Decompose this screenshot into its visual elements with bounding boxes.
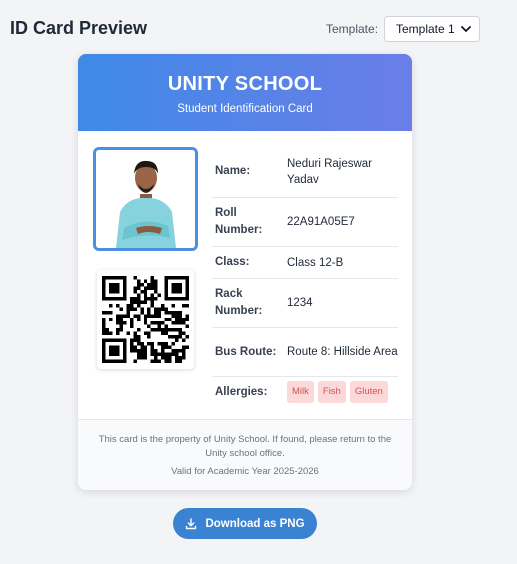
allergy-tag: Gluten xyxy=(349,381,388,403)
info-key-name: Name: xyxy=(215,165,251,177)
qr-code xyxy=(97,270,194,369)
info-key-rack-number: Rack Number: xyxy=(215,288,263,317)
student-photo-image xyxy=(96,150,195,248)
info-row-rack-number: Rack Number: 1234 xyxy=(212,279,398,328)
card-footer: This card is the property of Unity Schoo… xyxy=(78,419,412,490)
info-row-roll-number: Roll Number: 22A91A05E7 xyxy=(212,198,398,247)
footer-valid: Valid for Academic Year 2025-2026 xyxy=(171,466,319,477)
info-key-roll-number: Roll Number: xyxy=(215,207,263,236)
qr-code-image xyxy=(102,276,189,363)
download-button-label: Download as PNG xyxy=(205,517,305,530)
card-subtitle: Student Identification Card xyxy=(177,103,313,115)
template-select-value: Template 1 xyxy=(396,22,455,36)
footer-text: This card is the property of Unity Schoo… xyxy=(98,434,392,459)
template-select[interactable]: Template 1 xyxy=(384,16,480,42)
allergy-tag: Fish xyxy=(317,381,346,403)
info-key-bus-route: Bus Route: xyxy=(215,345,277,358)
card-header: UNITY SCHOOL Student Identification Card xyxy=(78,54,412,131)
info-value-bus-route: Route 8: Hillside Area xyxy=(287,346,398,358)
template-label: Template: xyxy=(326,22,379,36)
info-table: Name: Neduri Rajeswar Yadav Roll Number:… xyxy=(212,146,398,407)
info-row-bus-route: Bus Route: Route 8: Hillside Area xyxy=(212,328,398,377)
info-value-roll-number: 22A91A05E7 xyxy=(287,216,355,228)
info-key-allergies: Allergies: xyxy=(215,385,268,398)
info-value-name: Neduri Rajeswar Yadav xyxy=(287,157,373,186)
info-value-class: Class 12-B xyxy=(287,256,344,269)
school-name: UNITY SCHOOL xyxy=(167,73,323,95)
info-value-rack-number: 1234 xyxy=(287,297,313,309)
download-button[interactable]: Download as PNG xyxy=(173,508,317,539)
info-row-name: Name: Neduri Rajeswar Yadav xyxy=(212,146,398,198)
info-key-class: Class: xyxy=(215,256,250,268)
info-row-class: Class: Class 12-B xyxy=(212,247,398,279)
page-title: ID Card Preview xyxy=(10,18,148,38)
student-photo xyxy=(93,147,198,251)
download-icon xyxy=(186,517,197,529)
chevron-down-icon xyxy=(461,26,471,32)
id-card: UNITY SCHOOL Student Identification Card… xyxy=(78,54,412,490)
info-row-allergies: Allergies: Milk Fish Gluten xyxy=(212,377,398,407)
allergy-tags: Milk Fish Gluten xyxy=(287,381,398,403)
allergy-tag: Milk xyxy=(287,381,314,403)
